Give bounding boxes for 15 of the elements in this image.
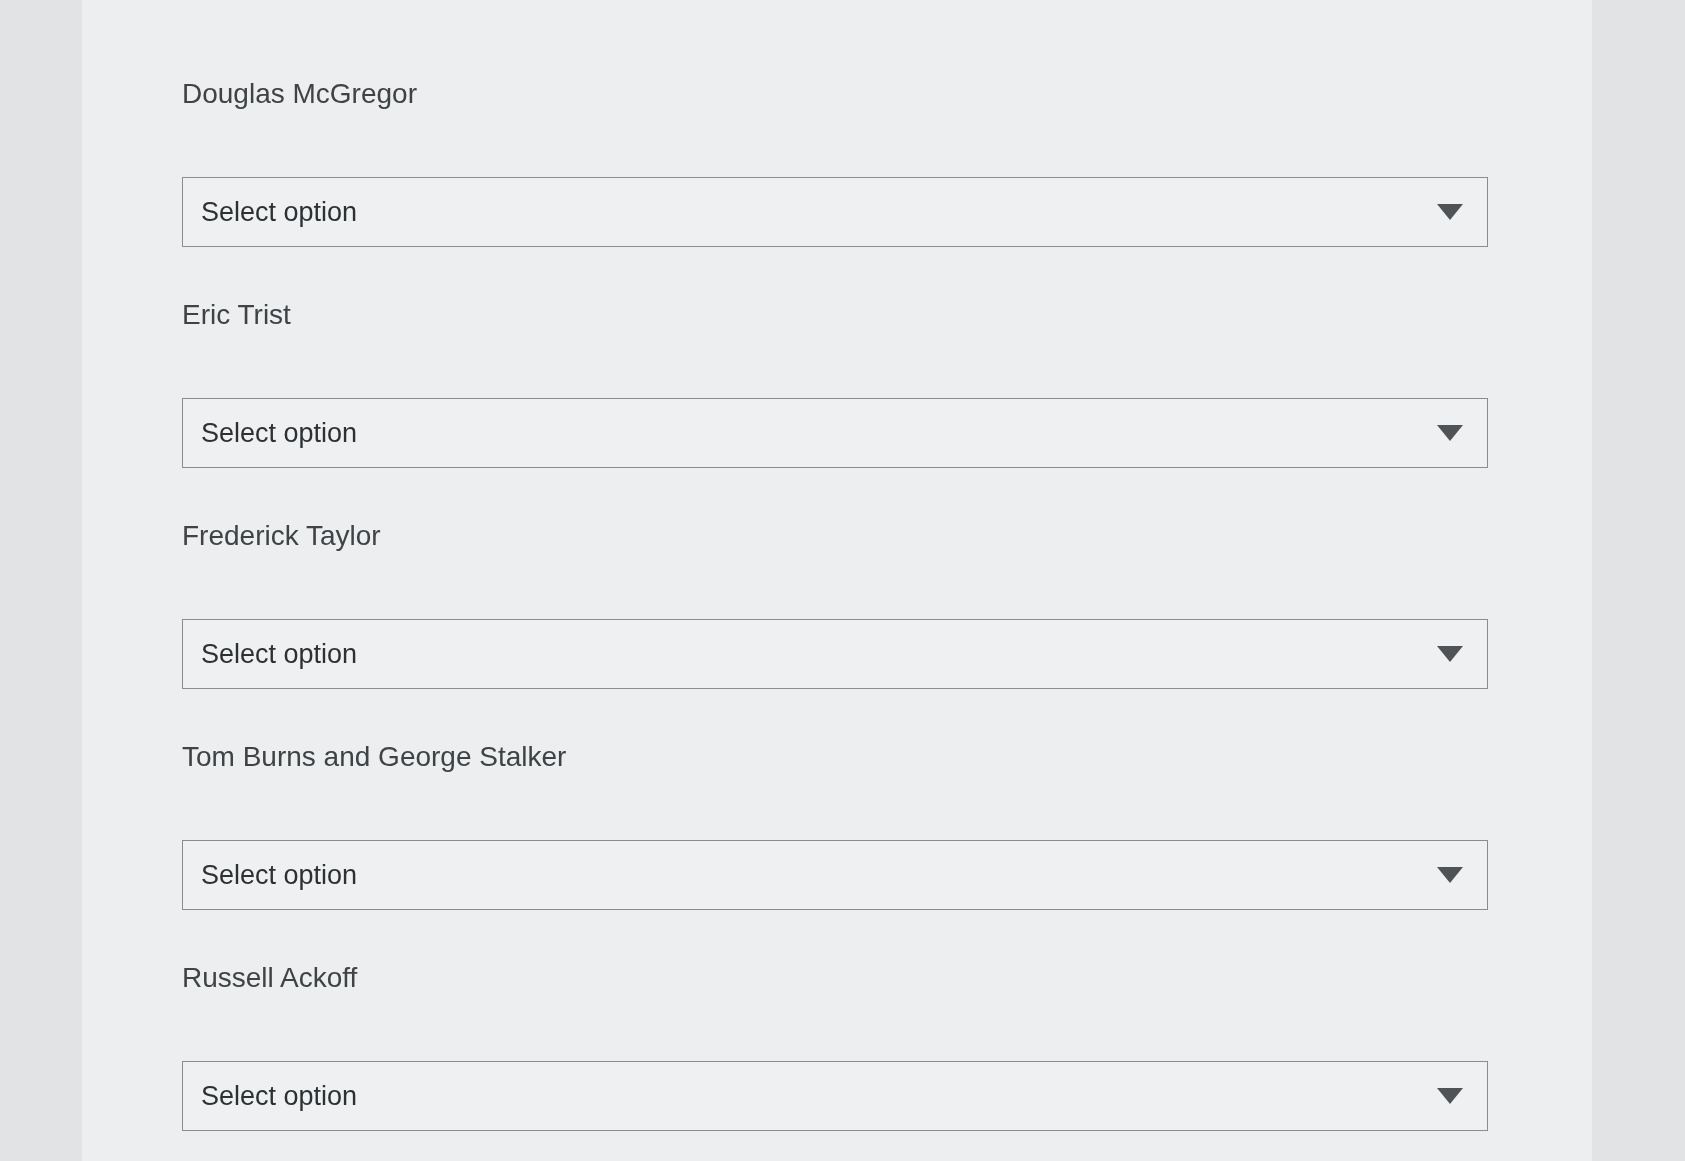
caret-icon [1437, 646, 1463, 662]
select-dropdown[interactable]: Select option [182, 398, 1488, 468]
select-dropdown[interactable]: Select option [182, 840, 1488, 910]
question-label: Frederick Taylor [182, 519, 381, 553]
question-label: Eric Trist [182, 298, 291, 332]
select-dropdown[interactable]: Select option [182, 1061, 1488, 1131]
question-label: Tom Burns and George Stalker [182, 740, 567, 774]
caret-icon [1437, 867, 1463, 883]
caret-icon [1437, 1088, 1463, 1104]
select-dropdown[interactable]: Select option [182, 177, 1488, 247]
question-label: Russell Ackoff [182, 961, 358, 995]
question-label: Douglas McGregor [182, 77, 417, 111]
caret-icon [1437, 204, 1463, 220]
select-dropdown[interactable]: Select option [182, 619, 1488, 689]
caret-icon [1437, 425, 1463, 441]
